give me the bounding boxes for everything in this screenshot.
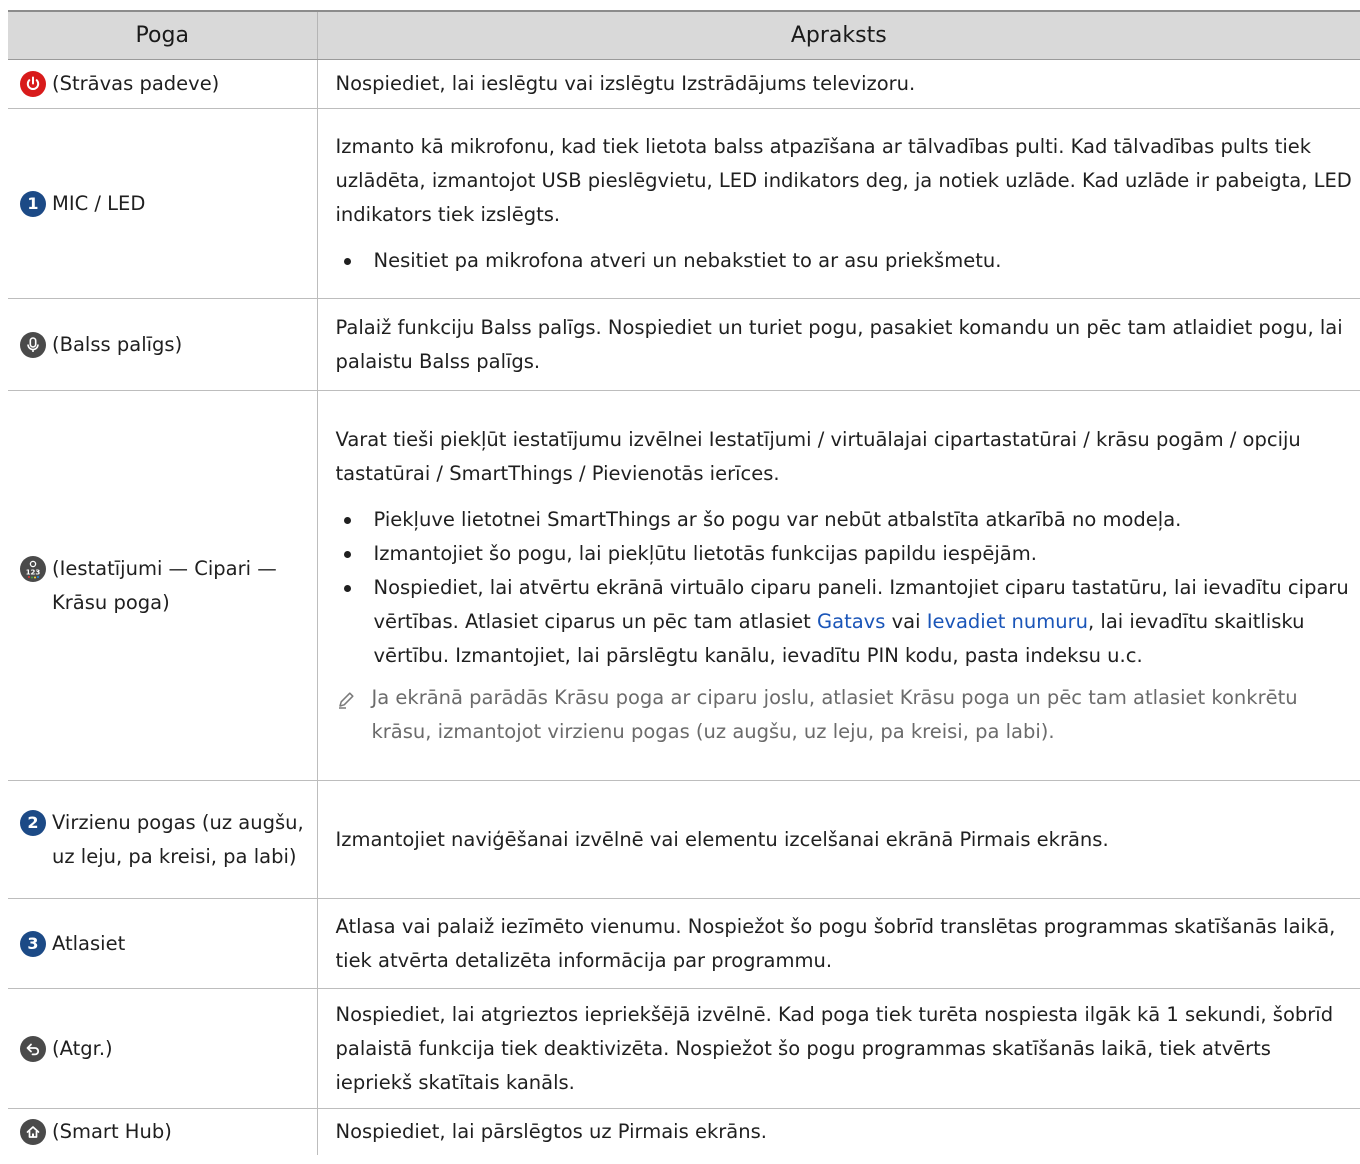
link-gatavs[interactable]: Gatavs [817,610,885,633]
description-text: Atlasa vai palaiž iezīmēto vienumu. Nosp… [335,914,1336,972]
remote-buttons-table: Poga Apraksts (Strāvas padeve) Nospiedie… [8,10,1360,1155]
bullet-text: vai [885,609,927,633]
button-label: (Smart Hub) [52,1120,172,1143]
table-row: (Smart Hub) Nospiediet, lai pārslēgtos u… [8,1108,1360,1156]
description-text: Nospiediet, lai ieslēgtu vai izslēgtu Iz… [335,72,916,95]
description-text: Izmantojiet naviģēšanai izvēlnē vai elem… [335,827,1109,851]
description-cell: Nospiediet, lai atgrieztos iepriekšējā i… [316,988,1360,1109]
note: Ja ekrānā parādās Krāsu poga ar ciparu j… [336,681,1353,749]
svg-text:123: 123 [26,568,41,576]
power-icon [20,71,46,97]
mic-icon [20,331,46,358]
number-badge: 2 [20,809,46,836]
link-ievadiet-numuru[interactable]: Ievadiet numuru [927,610,1088,633]
bullet-list: Nesitiet pa mikrofona atveri un nebaksti… [336,244,1353,278]
table-row: (Strāvas padeve) Nospiediet, lai ieslēgt… [8,59,1360,109]
description-text: Palaiž funkciju Balss palīgs. Nospiediet… [335,315,1343,373]
description-cell: Nospiediet, lai pārslēgtos uz Pirmais ek… [316,1108,1360,1155]
number-badge: 1 [20,190,46,217]
button-cell: (Balss palīgs) [8,298,317,391]
button-label: (Strāvas padeve) [52,72,220,95]
button-label: Atlasiet [52,931,126,955]
description-text: Varat tieši piekļūt iestatījumu izvēlnei… [335,427,1301,485]
pencil-note-icon [336,681,372,749]
description-cell: Atlasa vai palaiž iezīmēto vienumu. Nosp… [316,898,1360,989]
table-header-row: Poga Apraksts [8,10,1360,60]
description-cell: Izmantojiet naviģēšanai izvēlnē vai elem… [316,780,1360,899]
description-text: Izmanto kā mikrofonu, kad tiek lietota b… [335,134,1352,226]
table-row: (Balss palīgs) Palaiž funkciju Balss pal… [8,298,1360,391]
bullet-item: Nesitiet pa mikrofona atveri un nebaksti… [336,244,1353,278]
number-badge: 3 [20,930,46,957]
back-icon [20,1035,46,1062]
header-button: Poga [8,10,317,60]
table-row: 123 (Iestatījumi — Cipari — Krāsu poga) … [8,390,1360,781]
button-cell: 2 Virzienu pogas (uz augšu, uz leju, pa … [8,780,317,899]
description-text: Nospiediet, lai pārslēgtos uz Pirmais ek… [335,1120,767,1143]
table-row: 3 Atlasiet Atlasa vai palaiž iezīmēto vi… [8,898,1360,989]
button-cell: 1 MIC / LED [8,108,317,299]
table-row: (Atgr.) Nospiediet, lai atgrieztos iepri… [8,988,1360,1109]
home-icon [20,1119,46,1145]
note-text: Ja ekrānā parādās Krāsu poga ar ciparu j… [371,685,1298,743]
button-cell: (Atgr.) [8,988,317,1109]
button-cell: (Smart Hub) [8,1109,317,1156]
button-cell: 3 Atlasiet [8,898,317,989]
bullet-list: Piekļuve lietotnei SmartThings ar šo pog… [336,503,1353,673]
color-number-icon: 123 [20,555,46,582]
button-label: (Iestatījumi — Cipari — Krāsu poga) [52,556,277,614]
bullet-item: Nospiediet, lai atvērtu ekrānā virtuālo … [336,571,1353,673]
description-cell: Izmanto kā mikrofonu, kad tiek lietota b… [316,108,1360,299]
table-row: 1 MIC / LED Izmanto kā mikrofonu, kad ti… [8,108,1360,299]
button-label: (Atgr.) [52,1036,113,1060]
description-cell: Nospiediet, lai ieslēgtu vai izslēgtu Iz… [316,59,1360,109]
button-label: (Balss palīgs) [52,332,183,356]
table-row: 2 Virzienu pogas (uz augšu, uz leju, pa … [8,780,1360,899]
description-cell: Palaiž funkciju Balss palīgs. Nospiediet… [316,298,1360,391]
button-label: MIC / LED [52,191,146,215]
header-description: Apraksts [316,10,1360,60]
bullet-item: Izmantojiet šo pogu, lai piekļūtu lietot… [336,537,1353,571]
button-cell: (Strāvas padeve) [8,59,317,109]
button-cell: 123 (Iestatījumi — Cipari — Krāsu poga) [8,390,317,781]
description-cell: Varat tieši piekļūt iestatījumu izvēlnei… [316,390,1360,781]
description-text: Nospiediet, lai atgrieztos iepriekšējā i… [335,1002,1334,1094]
bullet-item: Piekļuve lietotnei SmartThings ar šo pog… [336,503,1353,537]
button-label: Virzienu pogas (uz augšu, uz leju, pa kr… [52,810,304,868]
